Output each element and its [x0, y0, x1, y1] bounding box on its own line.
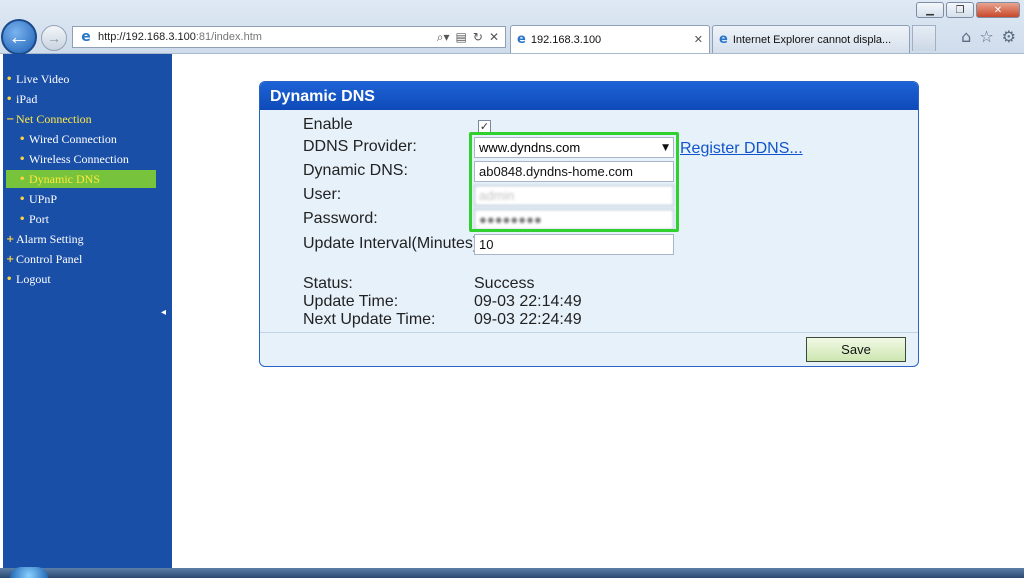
- settings-gear-icon[interactable]: ⚙: [1002, 27, 1016, 46]
- interval-label: Update Interval(Minutes):: [303, 235, 483, 252]
- enable-checkbox[interactable]: ✓: [478, 120, 491, 133]
- register-ddns-link[interactable]: Register DDNS...: [680, 140, 803, 158]
- sidebar-item-control-panel[interactable]: + Control Panel: [6, 250, 82, 268]
- ie-tab-icon: e: [517, 32, 526, 47]
- panel-divider: [260, 332, 918, 333]
- sidebar-nav: • Live Video • iPad − Net Connection • Wired…: [3, 54, 172, 568]
- password-field[interactable]: ●●●●●●●●: [474, 209, 674, 230]
- ie-page-icon: e: [81, 29, 91, 45]
- tab-inactive[interactable]: e Internet Explorer cannot displa...: [712, 25, 910, 53]
- refresh-icon[interactable]: ↻: [473, 30, 483, 45]
- sidebar-item-port[interactable]: • Port: [19, 210, 49, 228]
- update-time-label: Update Time:: [303, 293, 399, 310]
- ddns-provider-select[interactable]: www.dyndns.com ▼: [474, 137, 674, 158]
- bullet-icon: •: [6, 93, 13, 105]
- search-icon[interactable]: ⌕▾: [437, 30, 450, 45]
- sidebar-item-wired-connection[interactable]: • Wired Connection: [19, 130, 117, 148]
- os-taskbar: [0, 568, 1024, 578]
- tab-active[interactable]: e 192.168.3.100 ✕: [510, 25, 710, 53]
- expand-plus-icon: +: [6, 253, 15, 265]
- home-icon[interactable]: ⌂: [961, 27, 971, 46]
- close-window-icon[interactable]: ✕: [976, 2, 1020, 18]
- expand-plus-icon: +: [6, 233, 15, 245]
- browser-chrome: ▁ ❐ ✕ ← → e http://192.168.3.100:81/inde…: [0, 0, 1024, 55]
- sidebar-item-net-connection[interactable]: − Net Connection: [6, 110, 92, 128]
- stop-icon[interactable]: ✕: [489, 30, 499, 45]
- sidebar-item-logout[interactable]: • Logout: [6, 270, 51, 288]
- update-time-value: 09-03 22:14:49: [474, 293, 582, 310]
- sidebar-item-live-video[interactable]: • Live Video: [6, 70, 69, 88]
- sidebar-item-ipad[interactable]: • iPad: [6, 90, 37, 108]
- favorites-star-icon[interactable]: ☆: [979, 27, 993, 46]
- tab-title: 192.168.3.100: [530, 33, 602, 46]
- sidebar-item-alarm-setting[interactable]: + Alarm Setting: [6, 230, 84, 248]
- provider-value: www.dyndns.com: [479, 140, 581, 155]
- dropdown-arrow-icon: ▼: [662, 142, 669, 153]
- collapse-sidebar-icon[interactable]: ◂: [161, 307, 166, 318]
- tab-title: Internet Explorer cannot displa...: [732, 33, 892, 46]
- dynamic-dns-field[interactable]: ab0848.dyndns-home.com: [474, 161, 674, 182]
- sidebar-item-dynamic-dns[interactable]: • Dynamic DNS: [6, 170, 156, 188]
- save-button[interactable]: Save: [806, 337, 906, 362]
- provider-label: DDNS Provider:: [303, 138, 417, 155]
- browser-toolbar-icons: ⌂ ☆ ⚙: [961, 27, 1016, 46]
- sidebar-item-wireless-connection[interactable]: • Wireless Connection: [19, 150, 129, 168]
- sidebar-item-upnp[interactable]: • UPnP: [19, 190, 57, 208]
- new-tab-button[interactable]: [912, 25, 936, 51]
- dynamic-dns-label: Dynamic DNS:: [303, 162, 408, 179]
- next-update-time-value: 09-03 22:24:49: [474, 311, 582, 328]
- bullet-icon: •: [19, 153, 26, 165]
- bullet-icon: •: [19, 193, 26, 205]
- interval-field[interactable]: 10: [474, 234, 674, 255]
- address-bar[interactable]: e http://192.168.3.100:81/index.htm ⌕▾ ▤…: [72, 26, 506, 48]
- address-url[interactable]: http://192.168.3.100:81/index.htm: [98, 31, 437, 43]
- bullet-icon: •: [6, 73, 13, 85]
- next-update-time-label: Next Update Time:: [303, 311, 436, 328]
- status-value: Success: [474, 275, 535, 292]
- forward-arrow-icon[interactable]: →: [41, 25, 67, 51]
- bullet-icon: •: [19, 213, 26, 225]
- password-label: Password:: [303, 210, 378, 227]
- window-controls: ▁ ❐ ✕: [916, 2, 1020, 18]
- panel-title: Dynamic DNS: [260, 82, 918, 110]
- minimize-icon[interactable]: ▁: [916, 2, 944, 18]
- bullet-icon: •: [19, 133, 26, 145]
- ddns-panel: Dynamic DNS Enable ✓ DDNS Provider: www.…: [259, 81, 919, 367]
- enable-label: Enable: [303, 116, 353, 133]
- compat-view-icon[interactable]: ▤: [456, 30, 467, 45]
- back-arrow-icon[interactable]: ←: [1, 19, 37, 55]
- restore-icon[interactable]: ❐: [946, 2, 974, 18]
- status-label: Status:: [303, 275, 353, 292]
- user-label: User:: [303, 186, 342, 203]
- tab-close-icon[interactable]: ✕: [694, 33, 703, 46]
- user-field[interactable]: admin: [474, 185, 674, 206]
- start-orb-icon[interactable]: [10, 567, 48, 578]
- collapse-minus-icon: −: [6, 113, 15, 125]
- bullet-icon: •: [19, 173, 26, 185]
- ie-tab-icon: e: [719, 32, 728, 47]
- bullet-icon: •: [6, 273, 13, 285]
